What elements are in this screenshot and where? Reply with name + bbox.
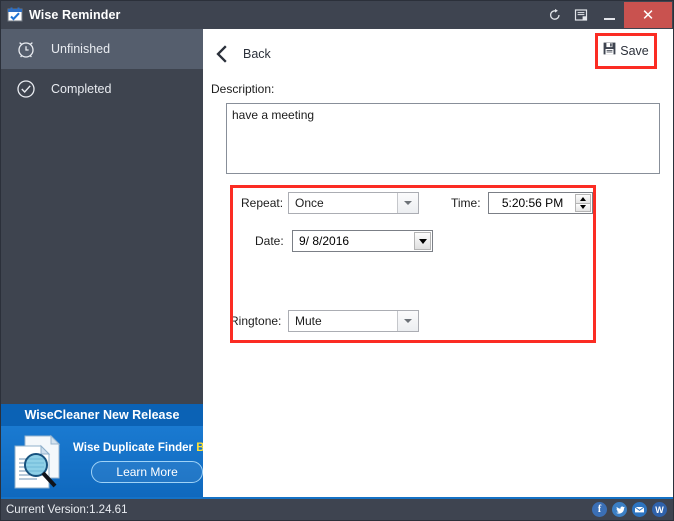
chevron-down-icon[interactable] <box>397 193 418 213</box>
alarm-clock-icon <box>15 38 37 60</box>
schedule-settings-annotation: Repeat: Once Time: 5:20:56 PM Date: 9/ 8… <box>230 185 596 343</box>
refresh-icon[interactable] <box>542 2 568 28</box>
window-title: Wise Reminder <box>29 8 121 22</box>
minimize-icon <box>603 18 615 20</box>
wisecleaner-icon[interactable]: W <box>652 502 667 517</box>
ringtone-select[interactable]: Mute <box>288 310 419 332</box>
twitter-icon[interactable] <box>612 502 627 517</box>
promo-body: Wise Duplicate Finder Beta Learn More <box>1 426 221 499</box>
chevron-down-icon[interactable] <box>397 311 418 331</box>
close-icon: ✕ <box>641 6 655 24</box>
repeat-label: Repeat: <box>241 196 284 210</box>
check-circle-icon <box>15 78 37 100</box>
wise-reminder-window: Wise Reminder ✕ Unfinished Completed Wis… <box>0 0 674 521</box>
promo-product-name: Wise Duplicate Finder <box>73 442 194 454</box>
chevron-left-icon <box>211 43 233 65</box>
documents-magnifier-icon <box>7 432 73 494</box>
sidebar-item-label: Completed <box>51 82 112 96</box>
promo-heading-bar: WiseCleaner New Release <box>1 404 203 426</box>
promo-panel[interactable]: WiseCleaner New Release Wise Duplicate F… <box>1 404 221 499</box>
back-button[interactable]: Back <box>211 41 271 67</box>
time-value: 5:20:56 PM <box>501 196 564 210</box>
title-bar: Wise Reminder ✕ <box>1 1 673 29</box>
sidebar-item-completed[interactable]: Completed <box>1 69 203 109</box>
ringtone-label: Ringtone: <box>230 314 282 328</box>
back-label: Back <box>243 47 271 61</box>
status-bar: Current Version:1.24.61 f W <box>1 497 673 520</box>
sidebar-item-label: Unfinished <box>51 42 111 56</box>
sidebar: Unfinished Completed WiseCleaner New Rel… <box>1 29 221 499</box>
email-icon[interactable] <box>632 502 647 517</box>
save-highlight-annotation: Save <box>595 33 657 69</box>
calendar-check-icon <box>7 7 23 23</box>
floppy-disk-save-icon <box>603 42 616 60</box>
social-links: f W <box>592 502 667 517</box>
promo-heading: WiseCleaner New Release <box>24 408 180 422</box>
content-pane: Back Save Description: have a meeting Re… <box>203 29 673 499</box>
promo-product-row: Wise Duplicate Finder Beta <box>73 442 221 454</box>
date-value: 9/ 8/2016 <box>299 234 350 248</box>
learn-more-button[interactable]: Learn More <box>91 461 204 483</box>
save-label: Save <box>620 44 649 58</box>
spin-down-icon[interactable] <box>575 203 591 212</box>
close-button[interactable]: ✕ <box>624 2 672 28</box>
calendar-dropdown-icon[interactable] <box>414 232 431 250</box>
facebook-icon[interactable]: f <box>592 502 607 517</box>
repeat-select[interactable]: Once <box>288 192 419 214</box>
repeat-value: Once <box>295 196 324 210</box>
minimize-button[interactable] <box>594 2 624 28</box>
spin-up-icon[interactable] <box>575 194 591 204</box>
date-input[interactable]: 9/ 8/2016 <box>292 230 433 252</box>
sidebar-item-unfinished[interactable]: Unfinished <box>1 29 203 69</box>
time-input[interactable]: 5:20:56 PM <box>488 192 593 214</box>
feedback-note-icon[interactable] <box>568 2 594 28</box>
time-spinner[interactable] <box>575 194 591 212</box>
version-label: Current Version:1.24.61 <box>6 503 128 516</box>
ringtone-value: Mute <box>295 314 322 328</box>
description-label: Description: <box>211 82 275 96</box>
date-label: Date: <box>255 234 284 248</box>
time-label: Time: <box>451 196 481 210</box>
description-input[interactable] <box>226 103 660 174</box>
save-button[interactable]: Save <box>598 36 654 66</box>
